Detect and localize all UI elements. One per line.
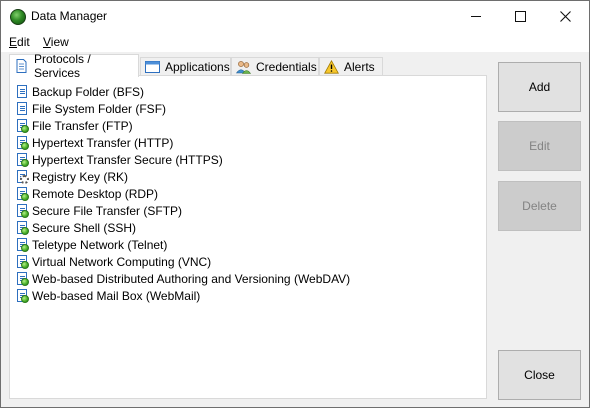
- network-document-icon: [17, 118, 29, 133]
- registry-gear-icon: [17, 169, 29, 184]
- menu-edit-mnemonic: E: [9, 35, 18, 49]
- list-item-label: Hypertext Transfer (HTTP): [32, 135, 174, 150]
- document-icon: [16, 59, 27, 73]
- users-icon: [236, 60, 251, 74]
- menu-view-label: iew: [50, 35, 69, 49]
- menu-edit[interactable]: Edit: [9, 35, 30, 49]
- document-icon: [17, 101, 29, 116]
- tab-strip: Protocols / Services Applications Creden…: [9, 52, 489, 80]
- title-bar[interactable]: Data Manager: [1, 1, 589, 32]
- delete-button[interactable]: Delete: [498, 181, 581, 231]
- tab-protocols-services-label: Protocols / Services: [34, 52, 91, 80]
- list-item[interactable]: Registry Key (RK): [17, 168, 350, 185]
- list-item-label: Secure Shell (SSH): [32, 220, 137, 235]
- network-document-icon: [17, 288, 29, 303]
- network-document-icon: [17, 220, 29, 235]
- network-document-icon: [17, 254, 29, 269]
- network-document-icon: [17, 271, 29, 286]
- edit-button[interactable]: Edit: [498, 121, 581, 171]
- network-document-icon: [17, 237, 29, 252]
- tab-protocols-services[interactable]: Protocols / Services: [9, 52, 139, 80]
- window-title: Data Manager: [31, 9, 108, 23]
- protocols-list[interactable]: Backup Folder (BFS) File System Folder (…: [17, 83, 350, 304]
- list-item[interactable]: Secure Shell (SSH): [17, 219, 350, 236]
- list-item-label: Teletype Network (Telnet): [32, 237, 168, 252]
- list-item-label: Virtual Network Computing (VNC): [32, 254, 212, 269]
- list-item-label: Web-based Mail Box (WebMail): [32, 288, 201, 303]
- tab-alerts[interactable]: Alerts: [319, 57, 383, 75]
- minimize-icon: [470, 15, 481, 17]
- list-item-label: Web-based Distributed Authoring and Vers…: [32, 271, 351, 286]
- list-item[interactable]: Backup Folder (BFS): [17, 83, 350, 100]
- tab-credentials-label: Credentials: [256, 59, 317, 74]
- maximize-icon: [515, 10, 526, 22]
- close-button[interactable]: Close: [498, 350, 581, 400]
- window-icon: [145, 60, 160, 73]
- network-document-icon: [17, 152, 29, 167]
- close-icon: [560, 10, 571, 22]
- menu-view[interactable]: View: [43, 35, 69, 49]
- list-item[interactable]: Web-based Distributed Authoring and Vers…: [17, 270, 350, 287]
- document-icon: [17, 84, 29, 99]
- tab-credentials[interactable]: Credentials: [231, 57, 319, 75]
- list-item[interactable]: Virtual Network Computing (VNC): [17, 253, 350, 270]
- close-window-button[interactable]: [543, 1, 588, 31]
- list-item[interactable]: File Transfer (FTP): [17, 117, 350, 134]
- list-item-label: Hypertext Transfer Secure (HTTPS): [32, 152, 223, 167]
- network-document-icon: [17, 203, 29, 218]
- menu-edit-label: dit: [17, 35, 30, 49]
- minimize-button[interactable]: [453, 1, 498, 31]
- network-document-icon: [17, 135, 29, 150]
- tab-applications[interactable]: Applications: [140, 57, 231, 75]
- add-button[interactable]: Add: [498, 62, 581, 112]
- list-item-label: File System Folder (FSF): [32, 101, 167, 116]
- protocols-panel: Backup Folder (BFS) File System Folder (…: [9, 75, 487, 399]
- list-item[interactable]: Teletype Network (Telnet): [17, 236, 350, 253]
- list-item-label: Remote Desktop (RDP): [32, 186, 159, 201]
- tab-alerts-label: Alerts: [344, 59, 375, 74]
- green-orb-icon: [10, 9, 26, 25]
- list-item[interactable]: File System Folder (FSF): [17, 100, 350, 117]
- list-item[interactable]: Hypertext Transfer Secure (HTTPS): [17, 151, 350, 168]
- list-item-label: File Transfer (FTP): [32, 118, 133, 133]
- maximize-button[interactable]: [498, 1, 543, 31]
- list-item-label: Registry Key (RK): [32, 169, 129, 184]
- list-item[interactable]: Secure File Transfer (SFTP): [17, 202, 350, 219]
- data-manager-window: Data Manager Edit View Protocols / Servi…: [0, 0, 590, 408]
- list-item[interactable]: Hypertext Transfer (HTTP): [17, 134, 350, 151]
- menu-bar: Edit View: [1, 32, 589, 52]
- tab-applications-label: Applications: [165, 59, 230, 74]
- list-item[interactable]: Web-based Mail Box (WebMail): [17, 287, 350, 304]
- list-item-label: Backup Folder (BFS): [32, 84, 145, 99]
- list-item-label: Secure File Transfer (SFTP): [32, 203, 183, 218]
- network-document-icon: [17, 186, 29, 201]
- list-item[interactable]: Remote Desktop (RDP): [17, 185, 350, 202]
- menu-view-mnemonic: V: [43, 35, 51, 49]
- warning-icon: [324, 59, 339, 74]
